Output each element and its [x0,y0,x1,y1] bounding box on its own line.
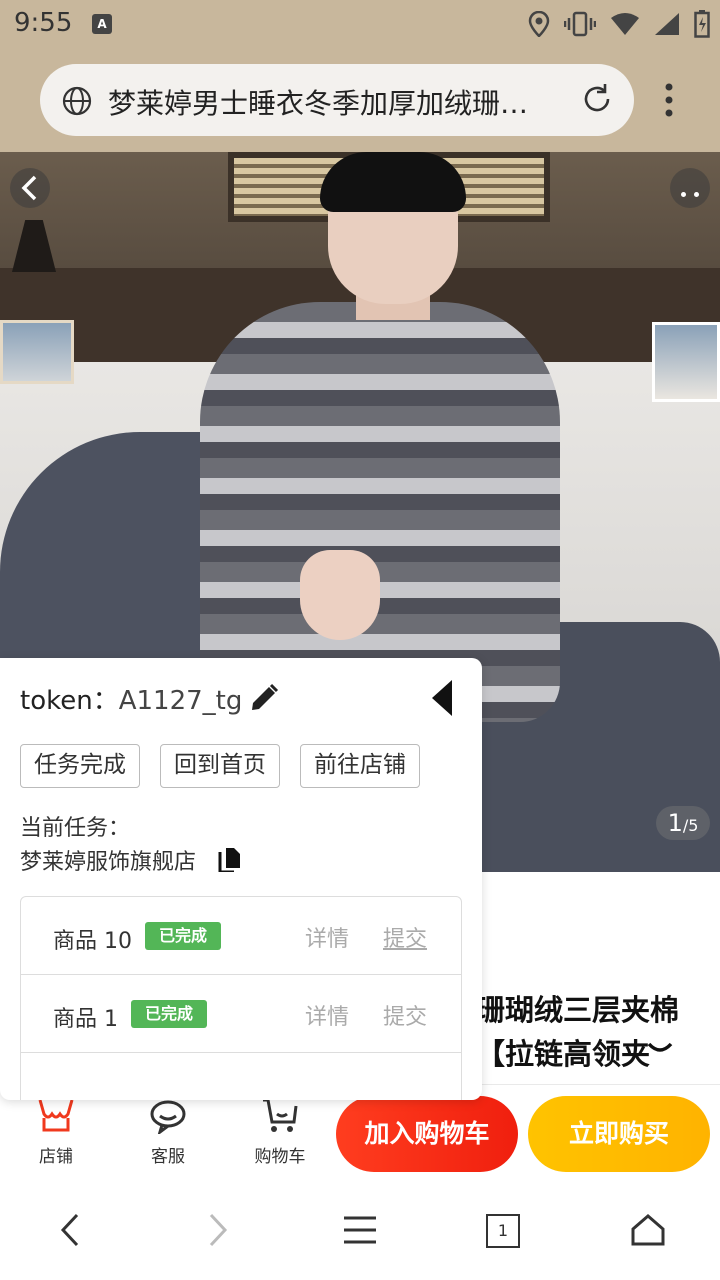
globe-icon [62,86,92,116]
cart-tab[interactable]: 购物车 [224,1086,336,1186]
detail-link[interactable]: 详情 [305,921,349,953]
item-name: 商品 1 [53,1007,118,1032]
task-panel: token：A1127_tg 任务完成 回到首页 前往店铺 当前任务： 梦莱婷服… [0,658,482,1100]
service-label: 客服 [151,1147,185,1167]
detail-link[interactable]: 详情 [305,999,349,1031]
browser-toolbar: 梦莱婷男士睡衣冬季加厚加绒珊… [0,50,720,152]
task-complete-button[interactable]: 任务完成 [20,744,140,788]
image-counter-current: 1 [667,809,683,837]
nav-menu-icon[interactable] [342,1212,378,1248]
go-shop-button[interactable]: 前往店铺 [300,744,420,788]
status-time: 9:55 [14,8,73,38]
nav-back-icon[interactable] [58,1212,82,1248]
vibrate-icon [564,11,596,37]
back-home-button[interactable]: 回到首页 [160,744,280,788]
copy-icon[interactable] [216,844,244,872]
image-counter: 1/5 [656,806,710,840]
submit-link[interactable]: 提交 [383,921,427,953]
model-hair [320,152,466,212]
shop-icon [38,1099,74,1132]
product-title: 珊瑚绒三层夹棉 【拉链高领夹 [476,988,720,1076]
hero-frame-left [0,320,74,384]
task-shop-name: 梦莱婷服饰旗舰店 [20,850,197,875]
status-badge: 已完成 [131,1000,207,1028]
divider [476,1084,720,1085]
token-row: token：A1127_tg [20,680,242,717]
nav-tabs-button[interactable]: 1 [486,1214,520,1248]
location-icon [528,11,550,37]
item-name: 商品 10 [53,929,132,954]
wifi-icon [611,13,639,35]
cart-label: 购物车 [254,1147,306,1167]
nav-forward-icon[interactable] [206,1212,230,1248]
product-title-line2: 【拉链高领夹 [476,1037,651,1071]
chevron-down-icon[interactable] [646,1040,674,1056]
nav-home-icon[interactable] [630,1212,666,1248]
reload-icon[interactable] [580,82,614,116]
token-value: A1127_tg [118,686,243,716]
token-label: token： [20,686,119,716]
image-counter-total: /5 [682,816,699,835]
hero-lamp [12,220,56,272]
signal-icon [655,13,679,35]
list-item: 商品 1 已完成 详情 提交 [21,975,461,1053]
product-title-line1: 珊瑚绒三层夹棉 [476,993,680,1027]
list-item: 商品 10 已完成 详情 提交 [21,897,461,975]
service-tab[interactable]: 客服 [112,1086,224,1186]
status-bar: 9:55 A [0,0,720,50]
url-title[interactable]: 梦莱婷男士睡衣冬季加厚加绒珊… [108,82,568,122]
buy-now-button[interactable]: 立即购买 [528,1096,710,1172]
status-badge: 已完成 [145,922,221,950]
browser-menu-icon[interactable] [662,82,676,118]
browser-nav-bar: 1 [0,1186,720,1280]
status-icons [528,10,710,38]
shop-label: 店铺 [39,1147,73,1167]
edit-icon[interactable] [248,682,280,714]
notification-icon: A [92,14,112,34]
submit-link[interactable]: 提交 [383,999,427,1031]
shop-tab[interactable]: 店铺 [0,1086,112,1186]
chevron-left-icon [21,175,37,201]
collapse-arrow-icon[interactable] [432,680,454,716]
customer-service-icon [150,1100,186,1134]
bottom-action-bar: 店铺 客服 购物车 加入购物车 立即购买 [0,1086,720,1186]
model-hand [300,550,380,640]
add-to-cart-button[interactable]: 加入购物车 [336,1096,518,1172]
hero-frame-right [652,322,720,402]
cart-icon [263,1098,298,1132]
more-dot-icon [681,192,686,197]
battery-icon [694,10,710,38]
more-dot-icon [694,192,699,197]
more-button[interactable] [670,168,710,208]
back-button[interactable] [10,168,50,208]
address-bar[interactable]: 梦莱婷男士睡衣冬季加厚加绒珊… [40,64,634,136]
task-list: 商品 10 已完成 详情 提交 商品 1 已完成 详情 提交 [20,896,462,1100]
current-task-label: 当前任务： [20,816,131,841]
